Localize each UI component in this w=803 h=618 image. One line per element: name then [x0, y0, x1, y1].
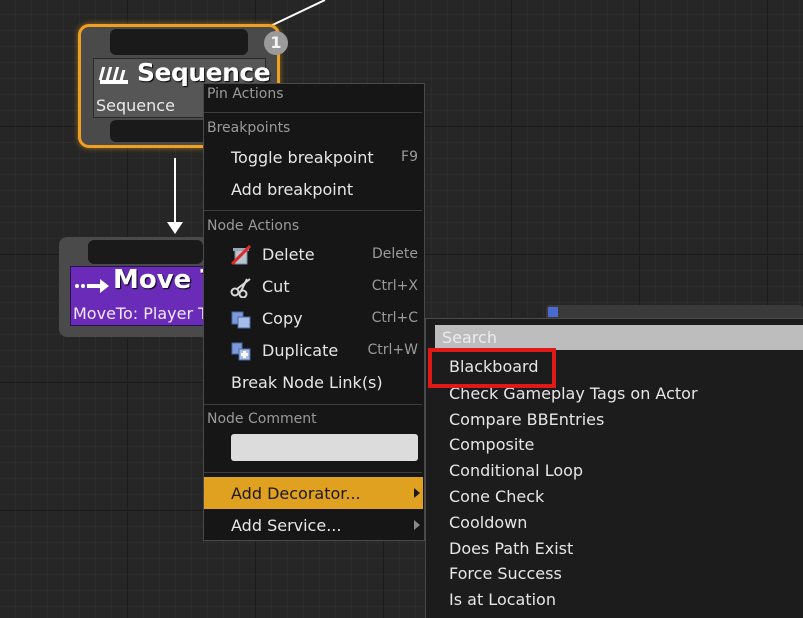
sequence-input-pin[interactable] — [110, 29, 248, 55]
node-actions-header: Node Actions — [207, 218, 300, 234]
node-comment-header: Node Comment — [207, 411, 317, 427]
decorator-item-composite[interactable]: Composite — [449, 435, 534, 454]
duplicate-shortcut: Ctrl+W — [367, 342, 418, 358]
copy-shortcut: Ctrl+C — [371, 310, 418, 326]
menu-divider — [204, 404, 422, 405]
decorator-item-cooldown[interactable]: Cooldown — [449, 513, 527, 532]
menu-divider — [204, 112, 422, 113]
add-breakpoint-menu-item[interactable]: Add breakpoint — [204, 176, 423, 204]
submenu-arrow-icon — [414, 488, 420, 498]
toggle-breakpoint-shortcut: F9 — [401, 149, 418, 165]
copy-menu-item[interactable]: Copy Ctrl+C — [204, 305, 423, 333]
decorator-item-conditional-loop[interactable]: Conditional Loop — [449, 461, 583, 480]
add-service-label: Add Service... — [231, 516, 342, 535]
cut-menu-item[interactable]: Cut Ctrl+X — [204, 273, 423, 301]
decorator-item-does-path-exist[interactable]: Does Path Exist — [449, 539, 573, 558]
execution-order-badge: 1 — [264, 31, 288, 55]
sequence-icon — [98, 67, 128, 84]
scissors-icon — [230, 278, 251, 298]
move-to-node-subtitle: MoveTo: Player Target — [73, 304, 220, 323]
decorator-search-input[interactable] — [435, 325, 803, 350]
pin-actions-header: Pin Actions — [207, 86, 284, 102]
blackboard-highlight-annotation — [428, 348, 556, 388]
decorator-item-is-at-location[interactable]: Is at Location — [449, 590, 556, 609]
breakpoints-header: Breakpoints — [207, 120, 291, 136]
break-node-links-label: Break Node Link(s) — [231, 373, 383, 392]
sequence-node-subtitle: Sequence — [96, 96, 175, 115]
copy-label: Copy — [262, 309, 303, 328]
move-to-input-pin[interactable] — [88, 240, 203, 264]
duplicate-icon — [231, 342, 251, 361]
move-to-node-clip: Move To MoveTo: Player Target — [70, 266, 220, 326]
duplicate-menu-item[interactable]: Duplicate Ctrl+W — [204, 337, 423, 365]
cut-label: Cut — [262, 277, 290, 296]
node-comment-input[interactable] — [231, 434, 418, 461]
duplicate-label: Duplicate — [262, 341, 339, 360]
add-service-menu-item[interactable]: Add Service... — [204, 512, 423, 540]
delete-shortcut: Delete — [372, 246, 418, 262]
copy-icon — [231, 311, 251, 329]
hidden-node-icon — [548, 307, 558, 317]
add-decorator-label: Add Decorator... — [231, 484, 361, 503]
break-node-links-menu-item[interactable]: Break Node Link(s) — [204, 369, 423, 397]
decorator-item-cone-check[interactable]: Cone Check — [449, 487, 544, 506]
delete-menu-item[interactable]: Delete Delete — [204, 241, 423, 269]
decorator-item-compare-bbentries[interactable]: Compare BBEntries — [449, 410, 604, 429]
toggle-breakpoint-menu-item[interactable]: Toggle breakpoint F9 — [204, 144, 423, 172]
hidden-node-fragment — [546, 305, 803, 319]
delete-label: Delete — [262, 245, 315, 264]
add-breakpoint-label: Add breakpoint — [231, 180, 354, 199]
menu-divider — [204, 472, 422, 473]
submenu-arrow-icon — [414, 520, 420, 530]
delete-icon — [230, 244, 252, 266]
sequence-to-move-arrowhead — [167, 222, 183, 234]
decorator-item-force-success[interactable]: Force Success — [449, 564, 562, 583]
cut-shortcut: Ctrl+X — [371, 278, 418, 294]
menu-divider — [204, 210, 422, 211]
add-decorator-menu-item[interactable]: Add Decorator... — [204, 477, 423, 509]
